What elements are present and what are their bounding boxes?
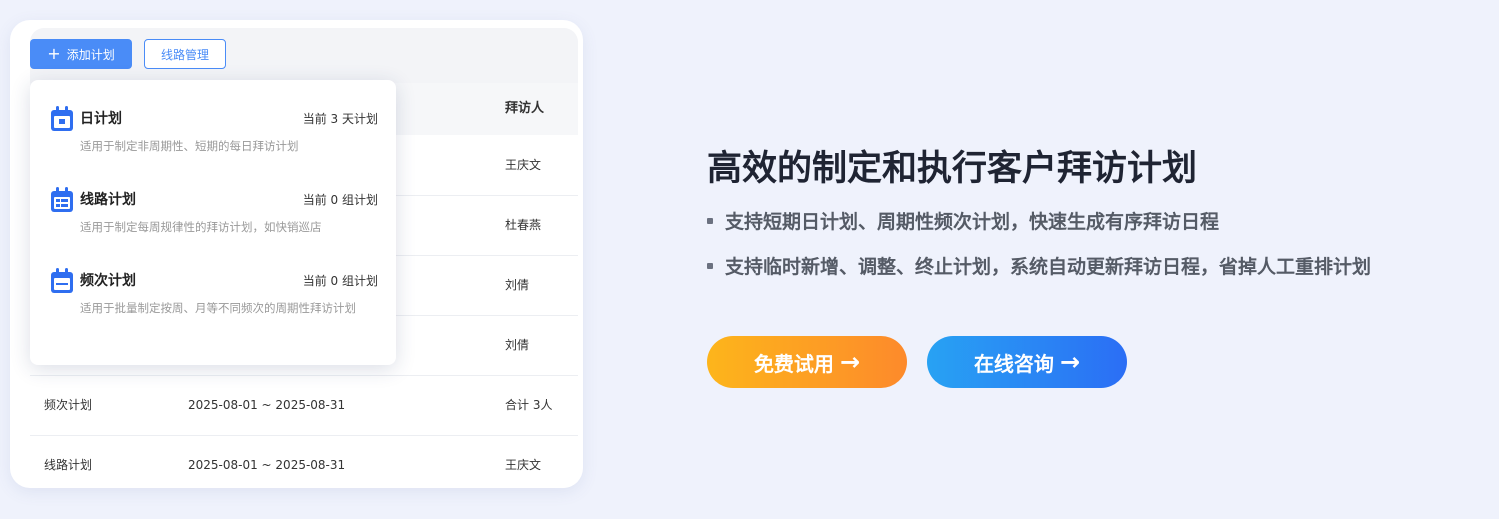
day-plan-title: 日计划 — [80, 111, 122, 127]
route-management-label: 线路管理 — [160, 47, 209, 62]
online-consult-button[interactable]: 在线咨询 → — [927, 336, 1127, 388]
arrow-right-icon: → — [1059, 348, 1081, 376]
hero-heading: 高效的制定和执行客户拜访计划 — [707, 149, 1198, 189]
day-plan-count: 当前 3 天计划 — [302, 112, 378, 126]
route-management-button[interactable]: 线路管理 — [144, 39, 226, 69]
dropdown-item-day-plan[interactable]: 日计划 当前 3 天计划 适用于制定非周期性、短期的每日拜访计划 — [30, 106, 396, 166]
calendar-day-icon — [51, 106, 73, 131]
feature-bullet: 支持短期日计划、周期性频次计划，快速生成有序拜访日程 — [707, 207, 1219, 234]
plan-type-cell: 线路计划 — [44, 458, 93, 472]
visitor-column-header: 拜访人 — [505, 101, 545, 116]
feature-bullet: 支持临时新增、调整、终止计划，系统自动更新拜访日程，省掉人工重排计划 — [707, 252, 1371, 279]
day-plan-description: 适用于制定非周期性、短期的每日拜访计划 — [80, 139, 299, 153]
route-plan-title: 线路计划 — [80, 192, 136, 208]
route-plan-count: 当前 0 组计划 — [302, 193, 378, 207]
frequency-plan-title: 频次计划 — [80, 273, 136, 289]
online-consult-label: 在线咨询 — [973, 351, 1054, 376]
dropdown-item-frequency-plan[interactable]: 频次计划 当前 0 组计划 适用于批量制定按周、月等不同频次的周期性拜访计划 — [30, 268, 396, 348]
feature-text: 支持短期日计划、周期性频次计划，快速生成有序拜访日程 — [725, 211, 1220, 233]
visitor-cell: 王庆文 — [505, 458, 542, 472]
add-plan-label: 添加计划 — [66, 47, 115, 62]
visitor-cell: 合计 3人 — [505, 398, 553, 412]
add-plan-dropdown: 日计划 当前 3 天计划 适用于制定非周期性、短期的每日拜访计划 线路计划 当前… — [30, 80, 396, 365]
visitor-cell: 刘倩 — [505, 338, 530, 352]
table-row[interactable]: 频次计划 2025-08-01 ~ 2025-08-31 合计 3人 — [30, 375, 578, 436]
arrow-right-icon: → — [839, 348, 861, 376]
date-range-cell: 2025-08-01 ~ 2025-08-31 — [188, 458, 346, 472]
bullet-dot-icon — [707, 262, 713, 269]
plus-icon: + — [47, 44, 61, 63]
free-trial-button[interactable]: 免费试用 → — [707, 336, 907, 388]
plan-type-cell: 频次计划 — [44, 398, 93, 412]
frequency-plan-count: 当前 0 组计划 — [302, 274, 378, 288]
visitor-cell: 王庆文 — [505, 158, 542, 172]
bullet-dot-icon — [707, 217, 713, 224]
dropdown-item-route-plan[interactable]: 线路计划 当前 0 组计划 适用于制定每周规律性的拜访计划，如快销巡店 — [30, 187, 396, 247]
date-range-cell: 2025-08-01 ~ 2025-08-31 — [188, 398, 346, 412]
route-plan-description: 适用于制定每周规律性的拜访计划，如快销巡店 — [80, 220, 322, 234]
calendar-frequency-icon — [51, 268, 73, 293]
toolbar: + 添加计划 线路管理 — [30, 28, 578, 83]
add-plan-button[interactable]: + 添加计划 — [30, 39, 132, 69]
free-trial-label: 免费试用 — [753, 351, 834, 376]
table-row[interactable]: 线路计划 2025-08-01 ~ 2025-08-31 王庆文 — [30, 435, 578, 488]
visitor-cell: 刘倩 — [505, 278, 530, 292]
feature-text: 支持临时新增、调整、终止计划，系统自动更新拜访日程，省掉人工重排计划 — [725, 256, 1372, 278]
calendar-route-icon — [51, 187, 73, 212]
visitor-cell: 杜春燕 — [505, 218, 542, 232]
frequency-plan-description: 适用于批量制定按周、月等不同频次的周期性拜访计划 — [80, 301, 356, 315]
